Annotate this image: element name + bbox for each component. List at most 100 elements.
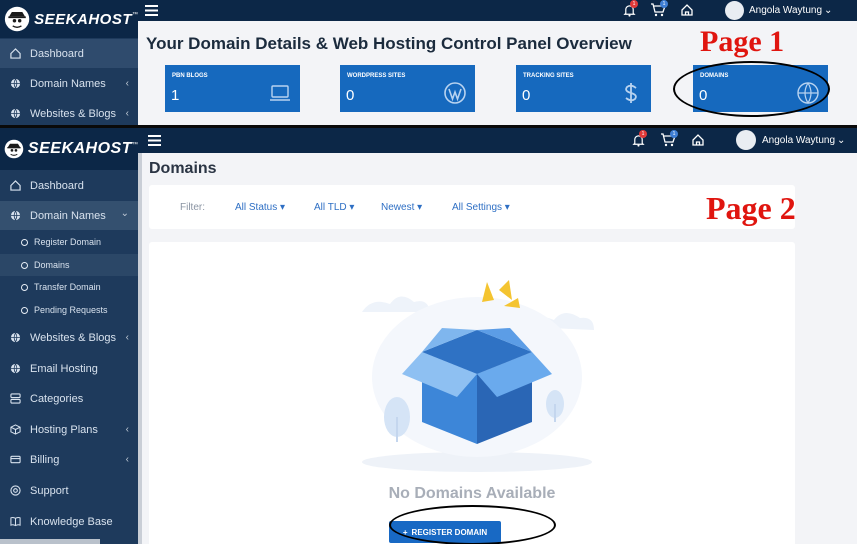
stat-value: 0	[522, 87, 531, 104]
mascot-icon	[4, 6, 30, 32]
p1-sidebar-item-websites[interactable]: Websites & Blogs ‹	[0, 99, 138, 125]
chevron-down-icon: ⌄	[120, 208, 129, 219]
stat-label: WORDPRESS SITES	[347, 73, 406, 79]
p2-sidebar-item-email-hosting[interactable]: Email Hosting	[0, 354, 138, 383]
chevron-down-icon: ⌄	[837, 134, 846, 146]
circle-icon	[21, 238, 28, 246]
user-name: Angola Waytung	[762, 134, 836, 146]
globe-icon	[9, 210, 21, 222]
p2-sidebar-item-domain-names[interactable]: Domain Names ⌄	[0, 201, 138, 230]
sidebar-subitem-domains[interactable]: Domains	[0, 254, 138, 276]
p2-sidebar-item-categories[interactable]: Categories	[0, 384, 138, 413]
sidebar-item-label: Billing	[30, 453, 60, 466]
mascot-icon	[4, 139, 24, 159]
p2-sidebar-item-knowledge-base[interactable]: Knowledge Base	[0, 507, 138, 536]
subitem-label: Transfer Domain	[34, 282, 101, 292]
brand-name: SEEKAHOST	[34, 10, 132, 28]
user-menu[interactable]: Angola Waytung ⌄	[725, 1, 832, 20]
avatar	[725, 1, 744, 20]
sidebar-item-label: Dashboard	[30, 47, 84, 60]
server-icon	[9, 393, 21, 405]
stat-card-pbn-blogs[interactable]: PBN BLOGS 1	[165, 65, 300, 112]
sidebar-item-label: Hosting Plans	[30, 423, 98, 436]
p2-sidebar-item-websites[interactable]: Websites & Blogs ‹	[0, 323, 138, 352]
status-filter-dropdown[interactable]: All Status ▾	[235, 202, 285, 213]
page2-annotation: Page 2	[706, 190, 796, 226]
circle-icon	[21, 283, 28, 291]
stat-value: 0	[346, 87, 355, 104]
chevron-left-icon: ‹	[125, 454, 129, 465]
notification-badge: 1	[630, 0, 638, 8]
bell-icon[interactable]: 1	[621, 0, 638, 18]
sidebar-subitem-pending-requests[interactable]: Pending Requests	[0, 299, 138, 321]
sidebar-item-label: Support	[30, 484, 69, 497]
credit-card-icon	[9, 454, 21, 466]
sidebar-item-label: Dashboard	[30, 179, 84, 192]
user-name: Angola Waytung	[749, 5, 823, 16]
empty-state-title: No Domains Available	[388, 485, 556, 502]
page1-dashboard: SEEKAHOST ™ Dashboard Domain Names ‹ Web…	[0, 0, 857, 125]
brand-name: SEEKAHOST	[27, 140, 132, 157]
status-bar	[0, 539, 100, 544]
sidebar-item-label: Domain Names	[30, 77, 106, 90]
sidebar-item-label: Knowledge Base	[30, 515, 113, 528]
sidebar-item-label: Categories	[30, 392, 84, 405]
page-title: Your Domain Details & Web Hosting Contro…	[146, 34, 632, 53]
stat-card-wordpress-sites[interactable]: WORDPRESS SITES 0	[340, 65, 475, 112]
wordpress-icon	[443, 81, 467, 105]
globe-icon	[9, 108, 21, 120]
highlight-oval	[389, 505, 556, 544]
bell-icon[interactable]: 1	[630, 130, 647, 148]
dashboard-icon	[9, 48, 21, 60]
empty-box-illustration	[362, 280, 594, 472]
subitem-label: Pending Requests	[34, 305, 108, 315]
book-icon	[9, 516, 21, 528]
hamburger-menu-icon[interactable]	[147, 133, 161, 147]
page2-logo[interactable]: SEEKAHOST ™	[0, 128, 138, 170]
sidebar-subitem-register-domain[interactable]: Register Domain	[0, 231, 138, 253]
sidebar-item-label: Websites & Blogs	[30, 107, 117, 120]
stat-card-tracking-sites[interactable]: TRACKING SITES 0	[516, 65, 651, 112]
stat-label: PBN BLOGS	[172, 73, 208, 79]
sidebar-item-label: Email Hosting	[30, 362, 98, 375]
stat-value: 1	[171, 87, 180, 104]
chevron-left-icon: ‹	[125, 332, 129, 343]
user-menu[interactable]: Angola Waytung ⌄	[736, 130, 845, 150]
notification-badge: 1	[639, 130, 647, 138]
sidebar-item-label: Domain Names	[30, 209, 106, 222]
circle-icon	[21, 261, 28, 269]
cart-icon[interactable]: 1	[659, 130, 678, 148]
subitem-label: Register Domain	[34, 237, 102, 247]
stat-label: TRACKING SITES	[523, 73, 574, 79]
p2-sidebar-item-support[interactable]: Support	[0, 476, 138, 505]
lifebuoy-icon	[9, 485, 21, 497]
page1-sidebar: SEEKAHOST ™ Dashboard Domain Names ‹ Web…	[0, 0, 138, 125]
home-icon[interactable]	[690, 132, 706, 148]
cart-icon[interactable]: 1	[649, 0, 668, 18]
p1-sidebar-item-dashboard[interactable]: Dashboard	[0, 39, 138, 68]
settings-filter-dropdown[interactable]: All Settings ▾	[452, 202, 510, 213]
hamburger-menu-icon[interactable]	[144, 3, 158, 17]
chevron-down-icon: ⌄	[824, 5, 833, 16]
page1-topbar: 1 1 Angola Waytung ⌄	[138, 0, 857, 21]
laptop-icon	[268, 81, 292, 105]
chevron-left-icon: ‹	[125, 108, 129, 119]
highlight-oval	[673, 61, 830, 117]
tld-filter-dropdown[interactable]: All TLD ▾	[314, 202, 354, 213]
sidebar-item-label: Websites & Blogs	[30, 331, 117, 344]
globe-icon	[9, 332, 21, 344]
p2-sidebar-item-billing[interactable]: Billing ‹	[0, 445, 138, 474]
home-icon[interactable]	[679, 2, 695, 18]
p2-sidebar-item-hosting-plans[interactable]: Hosting Plans ‹	[0, 415, 138, 444]
page-title: Domains	[149, 160, 217, 177]
sort-dropdown[interactable]: Newest ▾	[381, 202, 422, 213]
chevron-left-icon: ‹	[125, 78, 129, 89]
scrollbar[interactable]	[138, 153, 142, 544]
sidebar-subitem-transfer-domain[interactable]: Transfer Domain	[0, 276, 138, 298]
avatar	[736, 130, 756, 150]
globe-icon	[9, 363, 21, 375]
p2-sidebar-item-dashboard[interactable]: Dashboard	[0, 171, 138, 200]
circle-icon	[21, 306, 28, 314]
page1-logo[interactable]: SEEKAHOST ™	[0, 0, 138, 38]
p1-sidebar-item-domain-names[interactable]: Domain Names ‹	[0, 69, 138, 98]
